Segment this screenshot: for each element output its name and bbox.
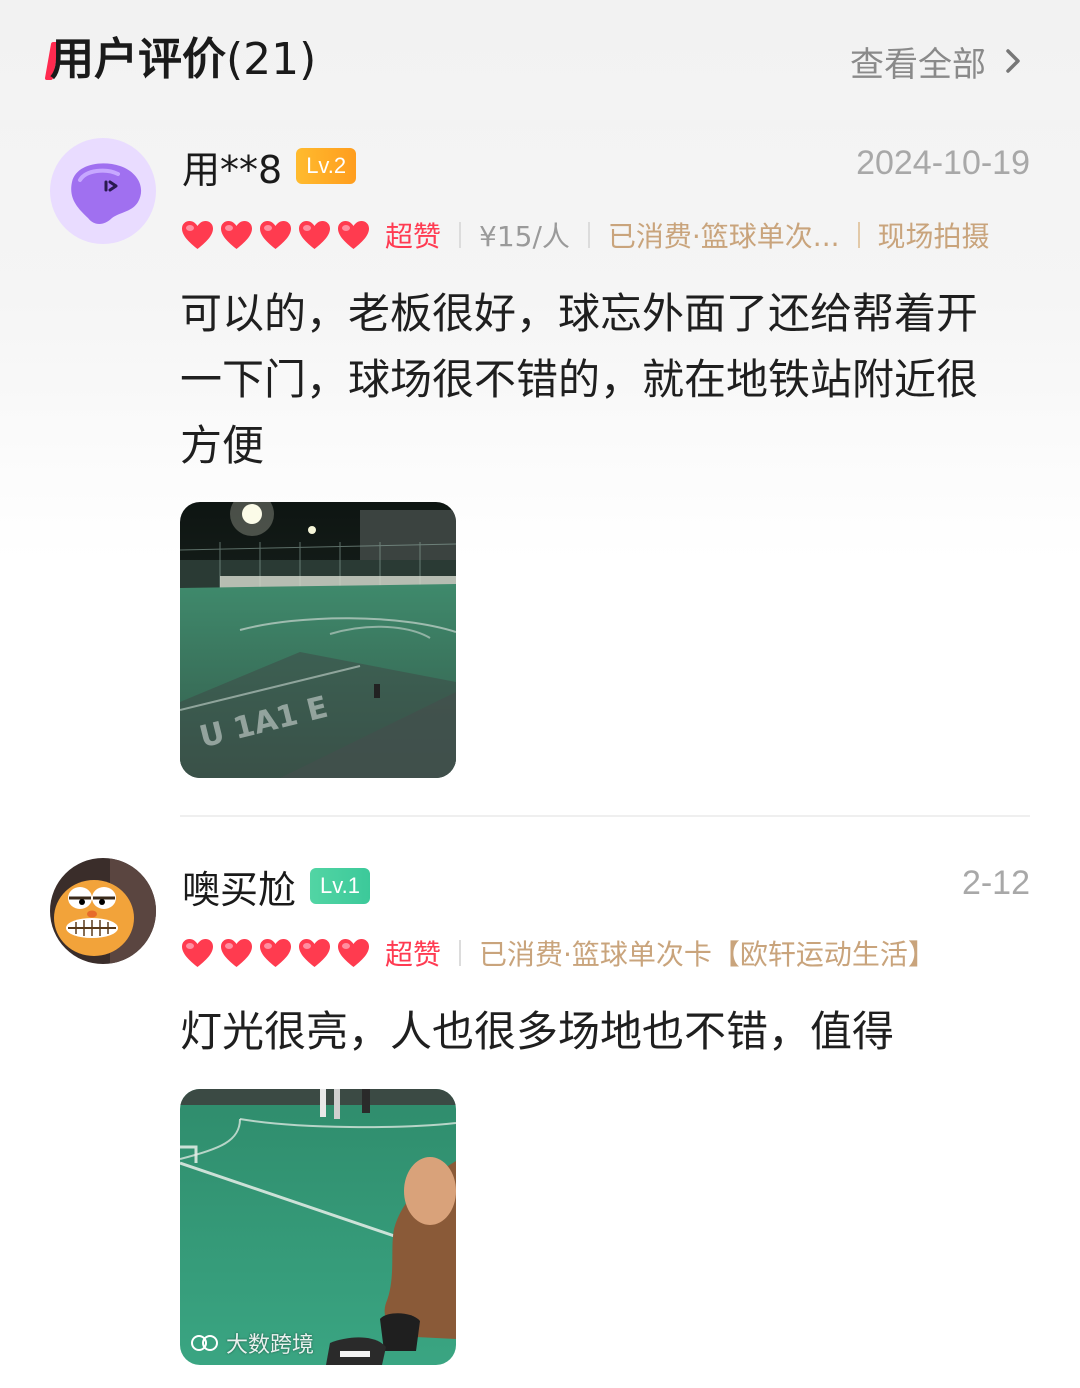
review-photo[interactable]: 大数跨境 (180, 1089, 456, 1365)
watermark: 大数跨境 (190, 1327, 314, 1359)
level-badge: Lv.2 (296, 148, 357, 184)
view-all-label: 查看全部 (850, 44, 986, 85)
watermark-text: 大数跨境 (226, 1333, 315, 1358)
heart-icon (182, 939, 213, 967)
user-info-row: 噢买尬 Lv.1 (182, 856, 370, 916)
view-all-button[interactable]: 查看全部 (850, 36, 1028, 86)
section-title-label: 用户评价 (50, 34, 226, 85)
review-count: (21) (226, 34, 317, 85)
heart-icon (338, 939, 369, 967)
heart-icon (221, 221, 252, 249)
user-info-row: 用**8 Lv.2 (182, 136, 357, 196)
heart-icon (299, 939, 330, 967)
review-date: 2024-10-19 (856, 144, 1030, 182)
heart-icon (182, 221, 213, 249)
user-avatar[interactable] (50, 138, 156, 244)
reviews-header: 用户评价(21) 查看全部 (0, 0, 1080, 120)
meta-divider (857, 222, 860, 248)
level-badge: Lv.1 (310, 868, 370, 904)
rating-text: 超赞 (385, 220, 442, 253)
review-photo[interactable]: U 1A1 E (180, 502, 456, 778)
meta-divider (459, 940, 462, 966)
user-name[interactable]: 噢买尬 (182, 859, 296, 914)
rating-hearts (180, 219, 371, 251)
heart-icon (260, 939, 291, 967)
on-site-photo-tag: 现场拍摄 (877, 220, 990, 253)
chevron-right-icon (1006, 49, 1020, 73)
heart-icon (260, 221, 291, 249)
review-text: 灯光很亮，人也很多场地也不错，值得 (180, 1007, 895, 1056)
consumed-product[interactable]: 已消费·篮球单次卡【欧轩运动生活】 (479, 933, 936, 973)
heart-icon (299, 221, 330, 249)
watermark-logo-icon (191, 1335, 218, 1351)
garfield-avatar-icon (50, 858, 156, 964)
rating-hearts (180, 937, 371, 969)
green-court-photo-icon (180, 1089, 456, 1365)
consumed-product[interactable]: 已消费·篮球单次... (608, 215, 840, 255)
user-avatar[interactable] (50, 858, 156, 964)
purple-blob-avatar-icon (50, 138, 156, 244)
review-text: 可以的，老板很好，球忘外面了还给帮着开一下门，球场很不错的，就在地铁站附近很方便 (180, 289, 979, 470)
meta-divider (587, 222, 590, 248)
review-divider (180, 815, 1030, 817)
review-meta-row: 超赞 ¥15/人 已消费·篮球单次... 现场拍摄 (180, 213, 990, 257)
user-name[interactable]: 用**8 (182, 139, 282, 194)
review-date: 2-12 (961, 864, 1030, 902)
meta-divider (459, 222, 462, 248)
review-meta-row: 超赞 已消费·篮球单次卡【欧轩运动生活】 (180, 931, 954, 975)
rating-text: 超赞 (385, 938, 442, 971)
price-per-person: ¥15/人 (479, 220, 570, 253)
heart-icon (338, 221, 369, 249)
heart-icon (221, 939, 252, 967)
section-title: 用户评价(21) (50, 30, 316, 90)
night-basketball-court-photo-icon: U 1A1 E (180, 502, 456, 778)
